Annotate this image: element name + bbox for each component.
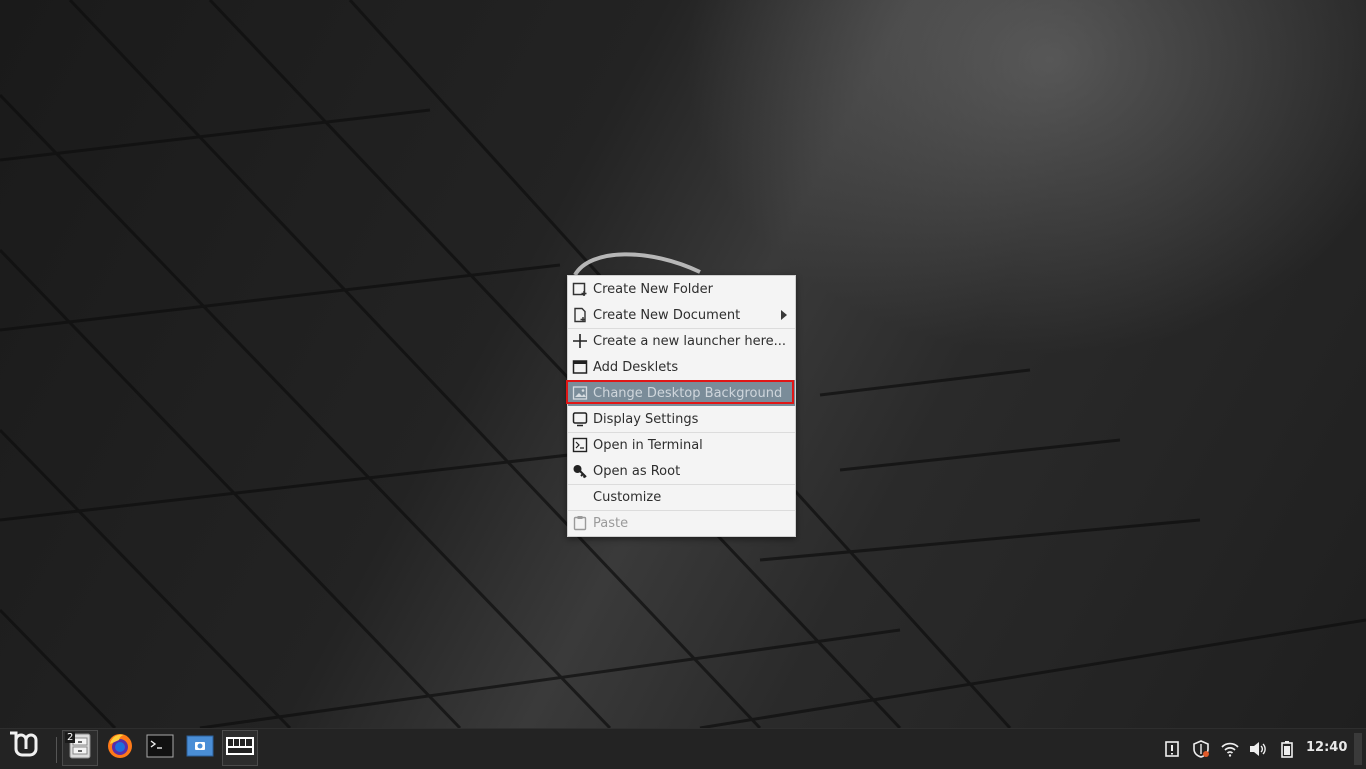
menu-item-paste[interactable]: Paste (568, 510, 795, 536)
menu-item-customize[interactable]: Customize (568, 484, 795, 510)
menu-item-label: Create New Folder (593, 281, 713, 297)
menu-item-label: Open in Terminal (593, 437, 703, 453)
terminal-icon (572, 437, 588, 453)
menu-item-create-launcher[interactable]: Create a new launcher here... (568, 328, 795, 354)
desktop-context-menu: Create New Folder Create New Document Cr… (567, 275, 796, 537)
launcher-files[interactable]: 2 (62, 730, 98, 766)
menu-item-open-as-root[interactable]: Open as Root (568, 458, 795, 484)
monitor-icon (572, 411, 588, 427)
show-desktop-button[interactable] (1354, 733, 1362, 765)
screenshot-icon (186, 734, 214, 762)
update-manager-icon[interactable] (1163, 740, 1181, 758)
clock[interactable]: 12:40 (1306, 740, 1347, 755)
shield-icon[interactable] (1192, 740, 1210, 758)
menu-item-display-settings[interactable]: Display Settings (568, 406, 795, 432)
menu-item-create-new-folder[interactable]: Create New Folder (568, 276, 795, 302)
menu-item-label: Customize (593, 489, 662, 505)
menu-item-add-desklets[interactable]: Add Desklets (568, 354, 795, 380)
new-document-icon (572, 307, 588, 323)
menu-item-label: Create a new launcher here... (593, 333, 787, 349)
clipboard-icon (572, 515, 588, 531)
linux-mint-logo-icon (7, 729, 41, 767)
menu-item-open-in-terminal[interactable]: Open in Terminal (568, 432, 795, 458)
terminal-icon (146, 733, 174, 763)
workspace-switcher-icon (225, 735, 255, 761)
firefox-icon (106, 732, 134, 764)
new-folder-icon (572, 281, 588, 297)
launcher-firefox[interactable] (102, 730, 138, 766)
desklet-icon (572, 359, 588, 375)
menu-button[interactable] (6, 730, 42, 766)
key-icon (572, 463, 588, 479)
taskbar-separator (56, 737, 57, 763)
battery-icon[interactable] (1278, 740, 1296, 758)
menu-item-label: Add Desklets (593, 359, 679, 375)
menu-item-label: Paste (593, 515, 629, 531)
menu-item-create-new-document[interactable]: Create New Document (568, 302, 795, 328)
desktop-background[interactable]: Create New Folder Create New Document Cr… (0, 0, 1366, 728)
submenu-arrow-icon (781, 310, 787, 320)
menu-item-label: Display Settings (593, 411, 699, 427)
taskbar: 2 12:40 (0, 728, 1366, 769)
launcher-workspace-switcher[interactable] (222, 730, 258, 766)
window-count-badge: 2 (65, 732, 76, 743)
launcher-terminal[interactable] (142, 730, 178, 766)
volume-icon[interactable] (1249, 740, 1267, 758)
menu-item-change-desktop-background[interactable]: Change Desktop Background (568, 380, 795, 406)
wifi-icon[interactable] (1221, 740, 1239, 758)
menu-item-label: Change Desktop Background (593, 385, 783, 401)
launcher-screenshot[interactable] (182, 730, 218, 766)
menu-item-label: Open as Root (593, 463, 681, 479)
menu-item-label: Create New Document (593, 307, 741, 323)
image-icon (572, 385, 588, 401)
plus-icon (572, 333, 588, 349)
